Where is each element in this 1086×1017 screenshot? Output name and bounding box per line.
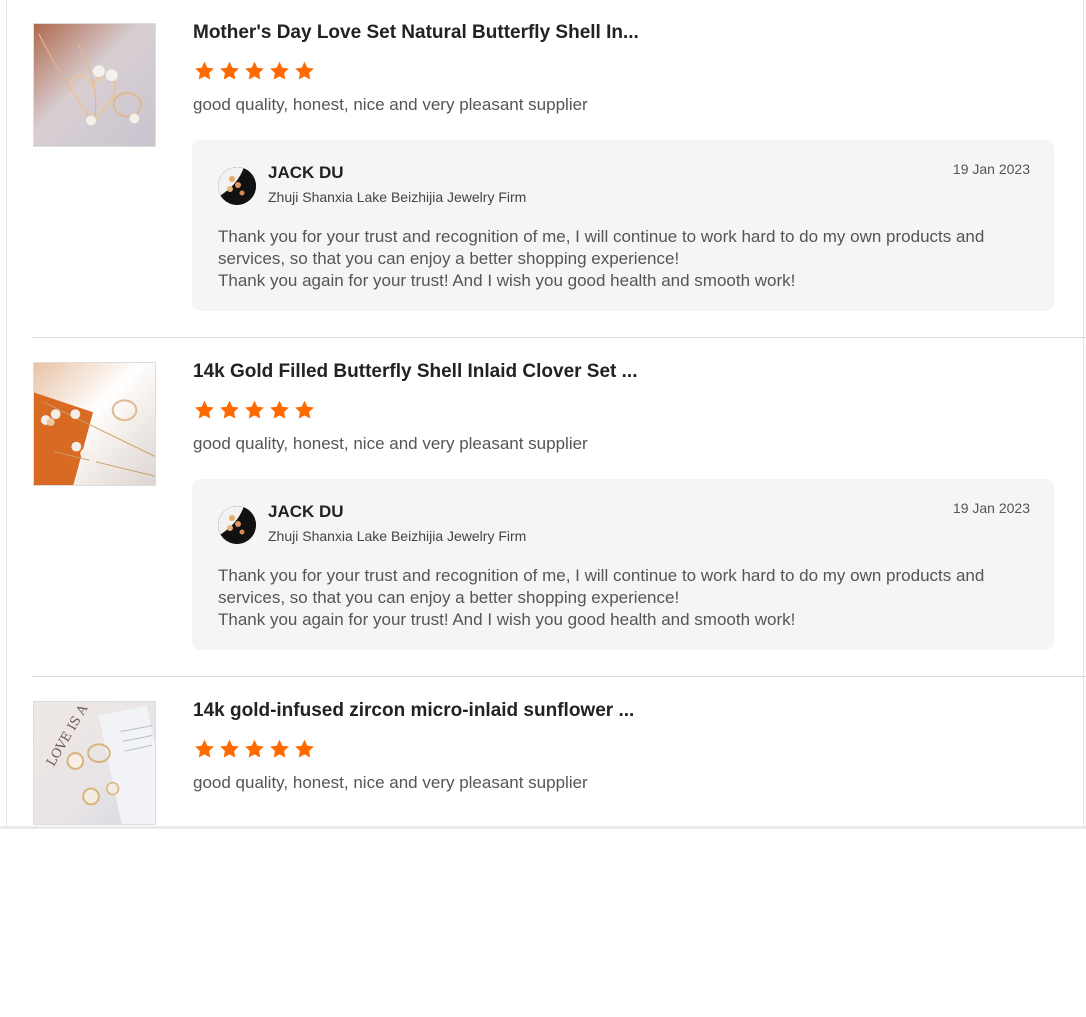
star-icon	[295, 400, 314, 419]
reply-body: Thank you for your trust and recognition…	[218, 565, 1038, 631]
seller-avatar-icon	[218, 506, 256, 544]
review-text: good quality, honest, nice and very plea…	[193, 773, 588, 792]
star-rating	[193, 60, 316, 82]
product-title[interactable]: Mother's Day Love Set Natural Butterfly …	[193, 22, 639, 44]
seller-name: JACK DU	[268, 163, 344, 182]
reply-date: 19 Jan 2023	[952, 161, 1030, 177]
jewelry-photo-sunflower-set-icon: LOVE IS A	[34, 702, 155, 824]
product-thumbnail[interactable]	[33, 23, 156, 147]
star-icon	[295, 739, 314, 758]
avatar	[218, 167, 256, 205]
supplier-reply: JACK DU Zhuji Shanxia Lake Beizhijia Jew…	[192, 140, 1054, 311]
seller-name: JACK DU	[268, 502, 344, 521]
star-rating	[193, 738, 316, 760]
review-text: good quality, honest, nice and very plea…	[193, 434, 588, 453]
star-icon	[270, 400, 289, 419]
reply-body: Thank you for your trust and recognition…	[218, 226, 1038, 292]
review-divider	[32, 337, 1086, 338]
reply-paragraph: Thank you again for your trust! And I wi…	[218, 271, 796, 290]
reply-date: 19 Jan 2023	[952, 500, 1030, 516]
reply-paragraph: Thank you again for your trust! And I wi…	[218, 610, 796, 629]
star-icon	[270, 739, 289, 758]
seller-company[interactable]: Zhuji Shanxia Lake Beizhijia Jewelry Fir…	[268, 189, 526, 205]
product-title[interactable]: 14k gold-infused zircon micro-inlaid sun…	[193, 700, 634, 722]
star-icon	[245, 61, 264, 80]
star-icon	[220, 400, 239, 419]
product-title[interactable]: 14k Gold Filled Butterfly Shell Inlaid C…	[193, 361, 638, 383]
star-icon	[295, 61, 314, 80]
supplier-reply: JACK DU Zhuji Shanxia Lake Beizhijia Jew…	[192, 479, 1054, 650]
star-icon	[220, 61, 239, 80]
seller-company[interactable]: Zhuji Shanxia Lake Beizhijia Jewelry Fir…	[268, 528, 526, 544]
review-item: 14k Gold Filled Butterfly Shell Inlaid C…	[0, 339, 1086, 678]
star-icon	[245, 739, 264, 758]
jewelry-photo-clover-set-icon	[34, 363, 155, 485]
seller-avatar-icon	[218, 167, 256, 205]
review-divider	[32, 676, 1086, 677]
star-icon	[195, 61, 214, 80]
star-rating	[193, 399, 316, 421]
star-icon	[220, 739, 239, 758]
jewelry-photo-heart-necklace-icon	[34, 24, 155, 146]
product-thumbnail[interactable]: LOVE IS A	[33, 701, 156, 825]
review-item: Mother's Day Love Set Natural Butterfly …	[0, 0, 1086, 339]
product-thumbnail[interactable]	[33, 362, 156, 486]
review-text: good quality, honest, nice and very plea…	[193, 95, 588, 114]
star-icon	[245, 400, 264, 419]
reply-paragraph: Thank you for your trust and recognition…	[218, 566, 985, 607]
review-item: LOVE IS A 14k gold-infused zircon micro-…	[0, 678, 1086, 1017]
star-icon	[195, 739, 214, 758]
star-icon	[270, 61, 289, 80]
avatar	[218, 506, 256, 544]
star-icon	[195, 400, 214, 419]
reply-paragraph: Thank you for your trust and recognition…	[218, 227, 985, 268]
